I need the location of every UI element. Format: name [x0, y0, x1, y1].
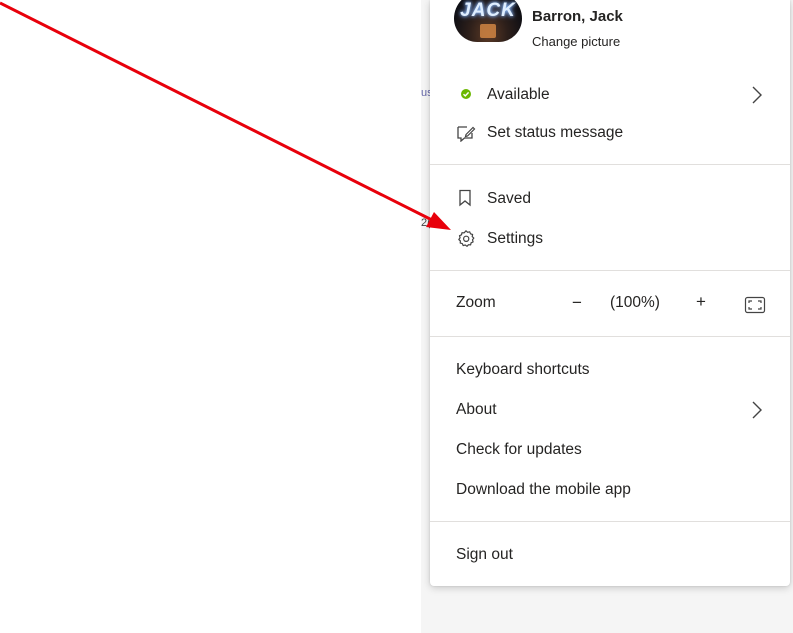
annotation-arrow-head: [426, 212, 451, 230]
annotation-arrow: [0, 1, 451, 230]
annotation-arrow-line: [0, 1, 433, 222]
